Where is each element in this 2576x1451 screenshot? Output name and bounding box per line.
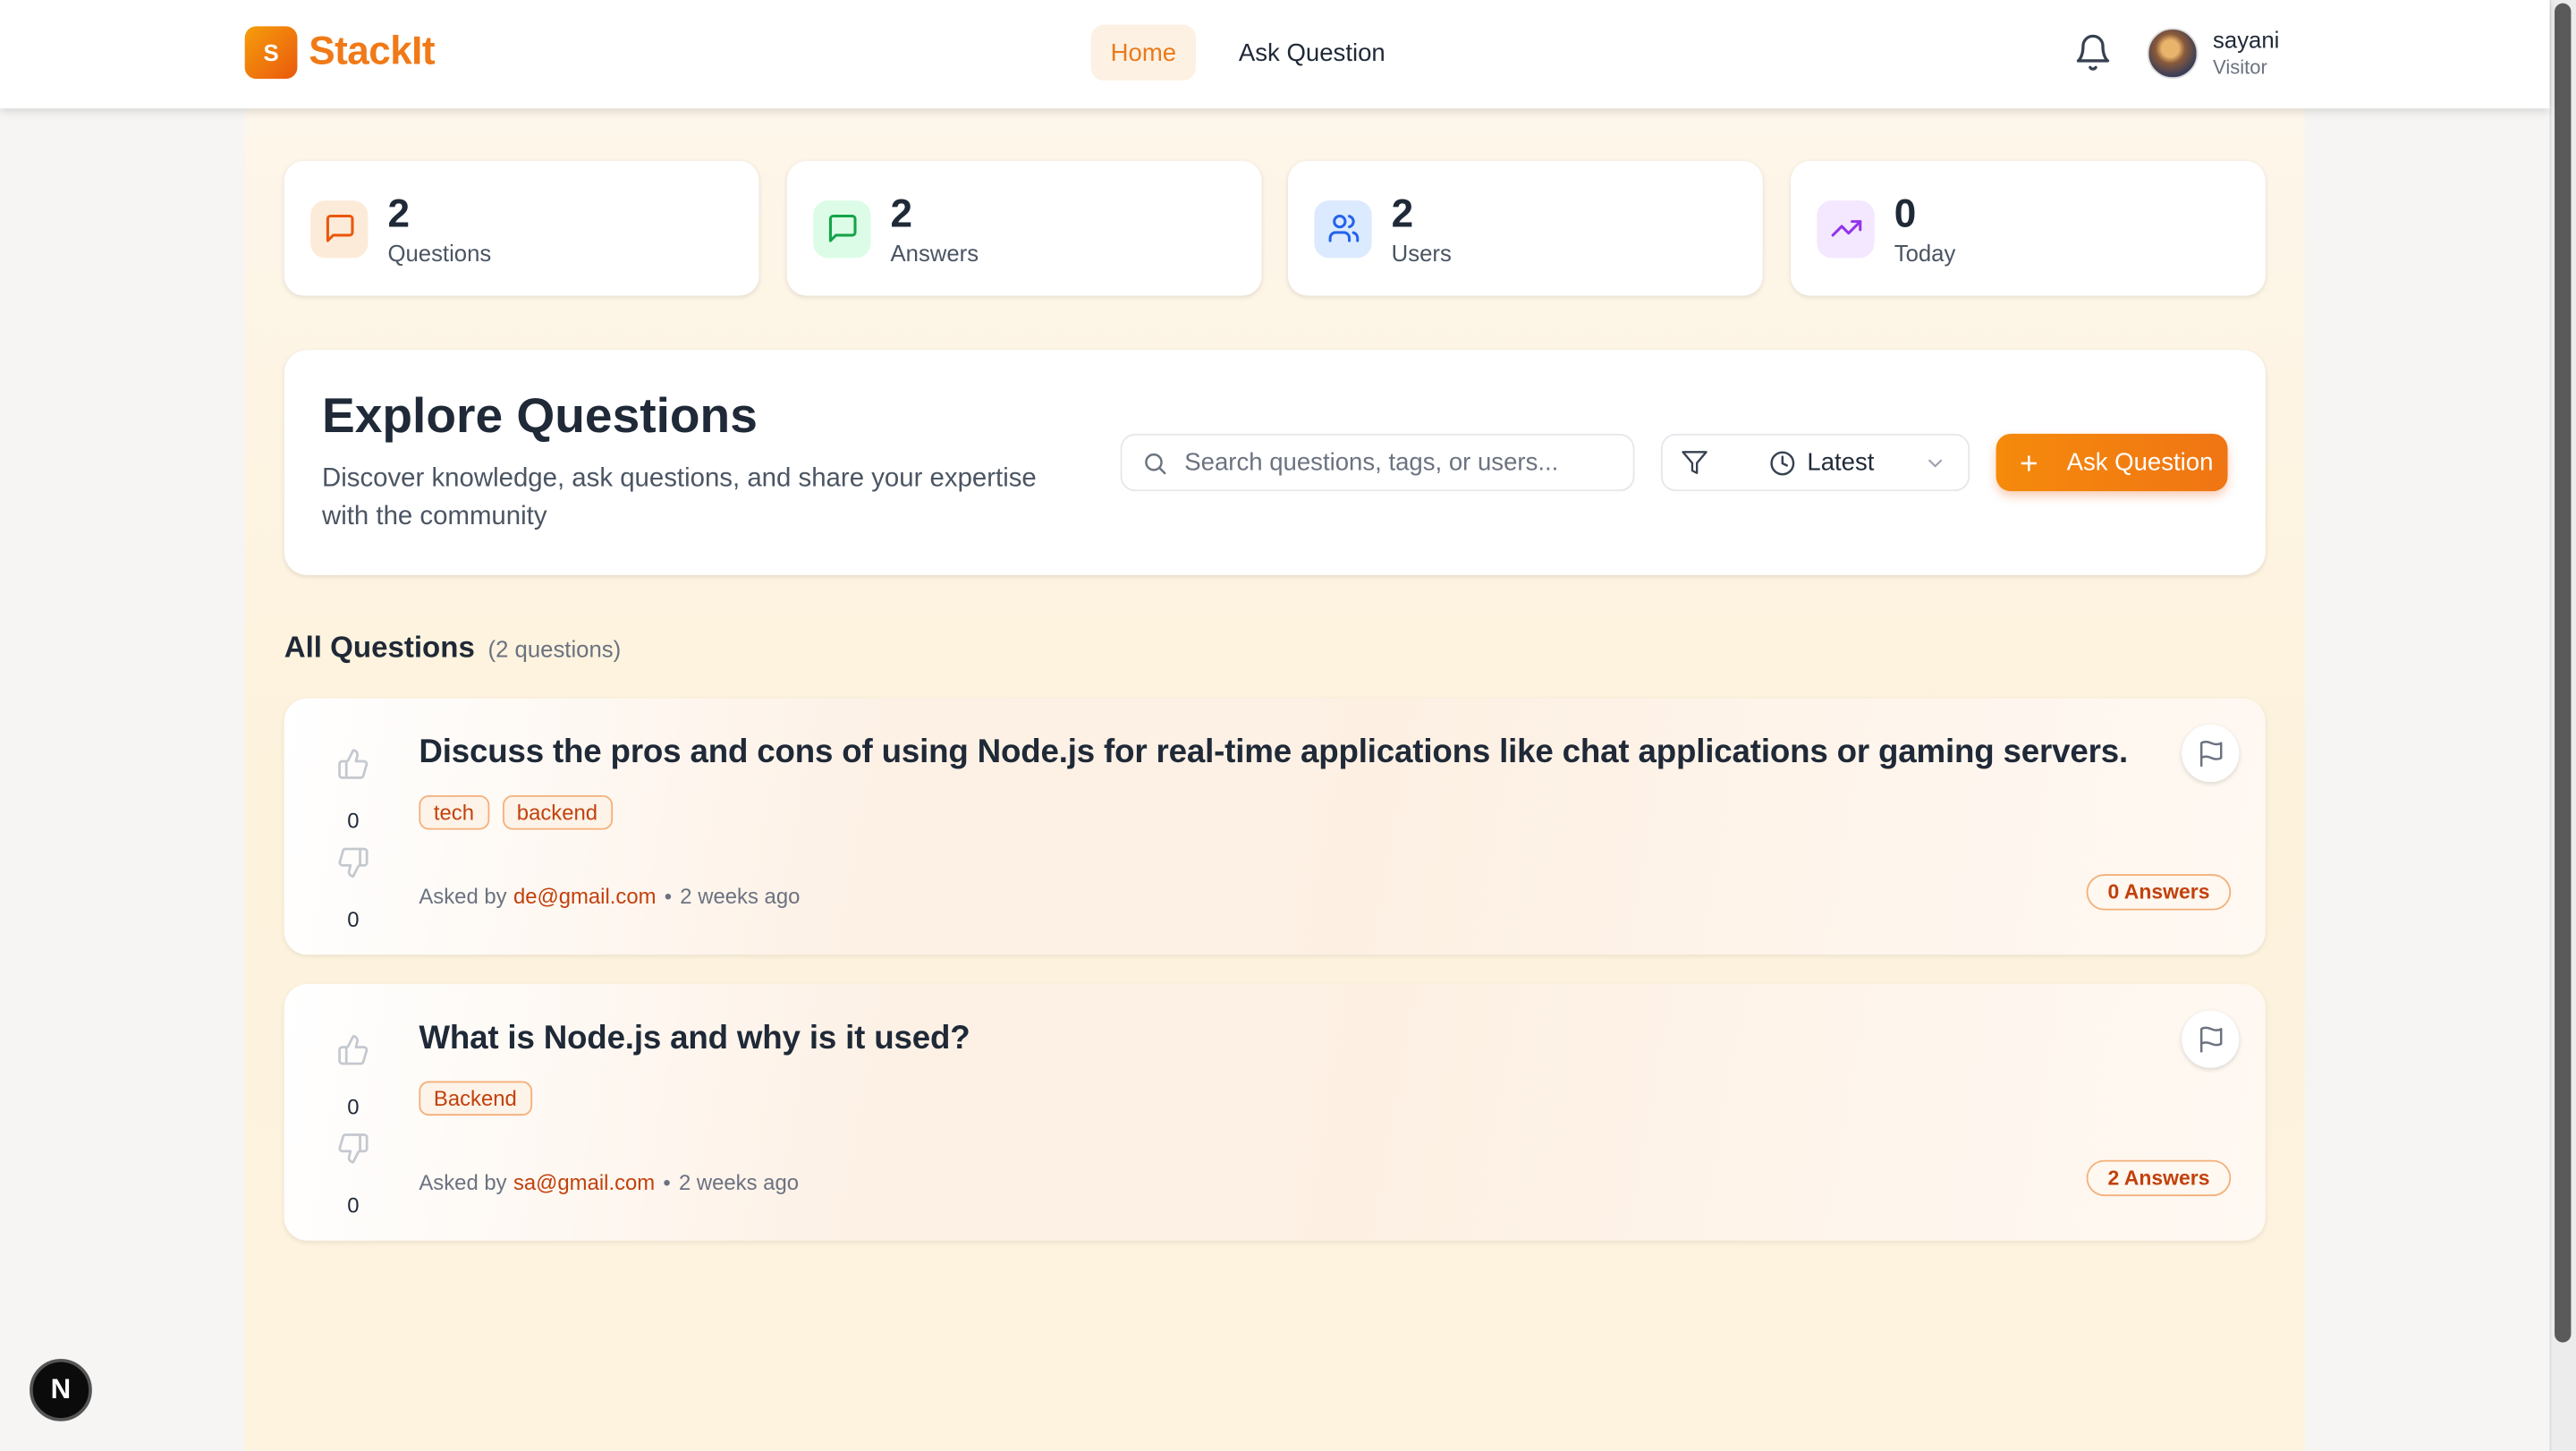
thumbs-up-icon[interactable] [330,748,376,789]
nav-home[interactable]: Home [1090,24,1197,81]
logo[interactable]: S StackIt [244,26,436,80]
scrollbar-thumb[interactable] [2555,3,2572,1343]
user-name: sayani [2213,26,2280,53]
timestamp: 2 weeks ago [678,1169,800,1195]
ask-question-button[interactable]: Ask Question [1996,433,2228,492]
downvote-count: 0 [347,906,360,932]
vote-column: 0 0 [330,1033,376,1218]
flag-icon [2196,739,2225,768]
tag-list: tech backend [419,794,613,830]
search-input[interactable] [1184,448,1612,477]
meta-separator: • [663,1169,671,1195]
page: S StackIt Home Ask Question sayani Visit… [0,0,2576,1451]
page-subtitle: Discover knowledge, ask questions, and s… [321,464,1037,531]
question-count: (2 questions) [487,635,622,663]
meta-separator: • [664,884,673,909]
question-title[interactable]: What is Node.js and why is it used? [419,1021,970,1058]
answers-badge: 2 Answers [2086,1159,2232,1197]
stat-card-questions: 2 Questions [284,160,759,296]
answers-badge: 0 Answers [2086,874,2232,911]
stat-value: 0 [1894,191,1917,236]
message-square-icon [310,199,369,258]
user-role: Visitor [2213,55,2267,80]
nav-ask-question[interactable]: Ask Question [1219,25,1405,81]
logo-text: StackIt [309,30,436,74]
question-card[interactable]: 0 0 What is Node.js and why is it used? … [284,984,2266,1241]
main-nav: Home Ask Question [1090,24,1405,81]
tag[interactable]: tech [419,794,489,830]
downvote-count: 0 [347,1192,360,1218]
user-menu[interactable]: sayani Visitor [2147,26,2280,80]
flag-button[interactable] [2182,1010,2240,1068]
avatar [2147,27,2199,79]
users-icon [1314,199,1372,258]
vote-column: 0 0 [330,748,376,932]
explore-panel: Explore Questions Discover knowledge, as… [284,350,2266,575]
question-card[interactable]: 0 0 Discuss the pros and cons of using N… [284,698,2266,955]
stat-card-answers: 2 Answers [786,160,1262,296]
flag-button[interactable] [2182,724,2240,783]
tag[interactable]: Backend [419,1081,532,1116]
thumbs-up-icon[interactable] [330,1033,376,1074]
thumbs-down-icon[interactable] [330,1132,376,1173]
stat-card-today: 0 Today [1791,160,2266,296]
timestamp: 2 weeks ago [680,884,801,909]
sort-select[interactable]: Latest [1660,433,1970,492]
stat-card-users: 2 Users [1287,160,1763,296]
stat-label: Users [1391,239,1452,266]
upvote-count: 0 [347,1094,360,1119]
page-title: Explore Questions [321,389,758,444]
asked-by-label: Asked by [419,884,507,909]
upvote-count: 0 [347,808,360,834]
stat-value: 2 [890,191,913,236]
plus-icon [2017,451,2040,474]
stat-value: 2 [1391,191,1414,236]
sort-value: Latest [1807,448,1875,477]
search-box[interactable] [1120,433,1635,492]
clock-icon [1769,449,1795,475]
chevron-down-icon [1924,451,1947,474]
question-title[interactable]: Discuss the pros and cons of using Node.… [419,734,2128,772]
questions-header: All Questions (2 questions) [284,631,621,666]
stat-label: Today [1894,239,1956,266]
logo-mark: S [244,26,298,80]
top-navbar: S StackIt Home Ask Question sayani Visit… [0,0,2550,109]
filter-icon[interactable] [1681,448,1708,476]
question-meta: Asked by de@gmail.com • 2 weeks ago [419,884,800,909]
stat-label: Answers [890,239,979,266]
message-square-icon [813,199,871,258]
flag-icon [2196,1024,2225,1054]
dev-tools-badge[interactable]: N [30,1358,92,1421]
author-link[interactable]: sa@gmail.com [513,1170,655,1195]
ask-question-label: Ask Question [2066,448,2214,477]
bell-icon[interactable] [2073,33,2113,72]
author-link[interactable]: de@gmail.com [513,884,657,909]
tag[interactable]: backend [502,794,613,830]
search-icon [1142,449,1168,475]
tag-list: Backend [419,1081,532,1116]
question-meta: Asked by sa@gmail.com • 2 weeks ago [419,1170,799,1195]
asked-by-label: Asked by [419,1169,507,1195]
trending-up-icon [1817,199,1875,258]
section-title: All Questions [284,631,475,665]
stat-value: 2 [387,191,410,236]
thumbs-down-icon[interactable] [330,846,376,887]
stat-label: Questions [387,239,492,266]
